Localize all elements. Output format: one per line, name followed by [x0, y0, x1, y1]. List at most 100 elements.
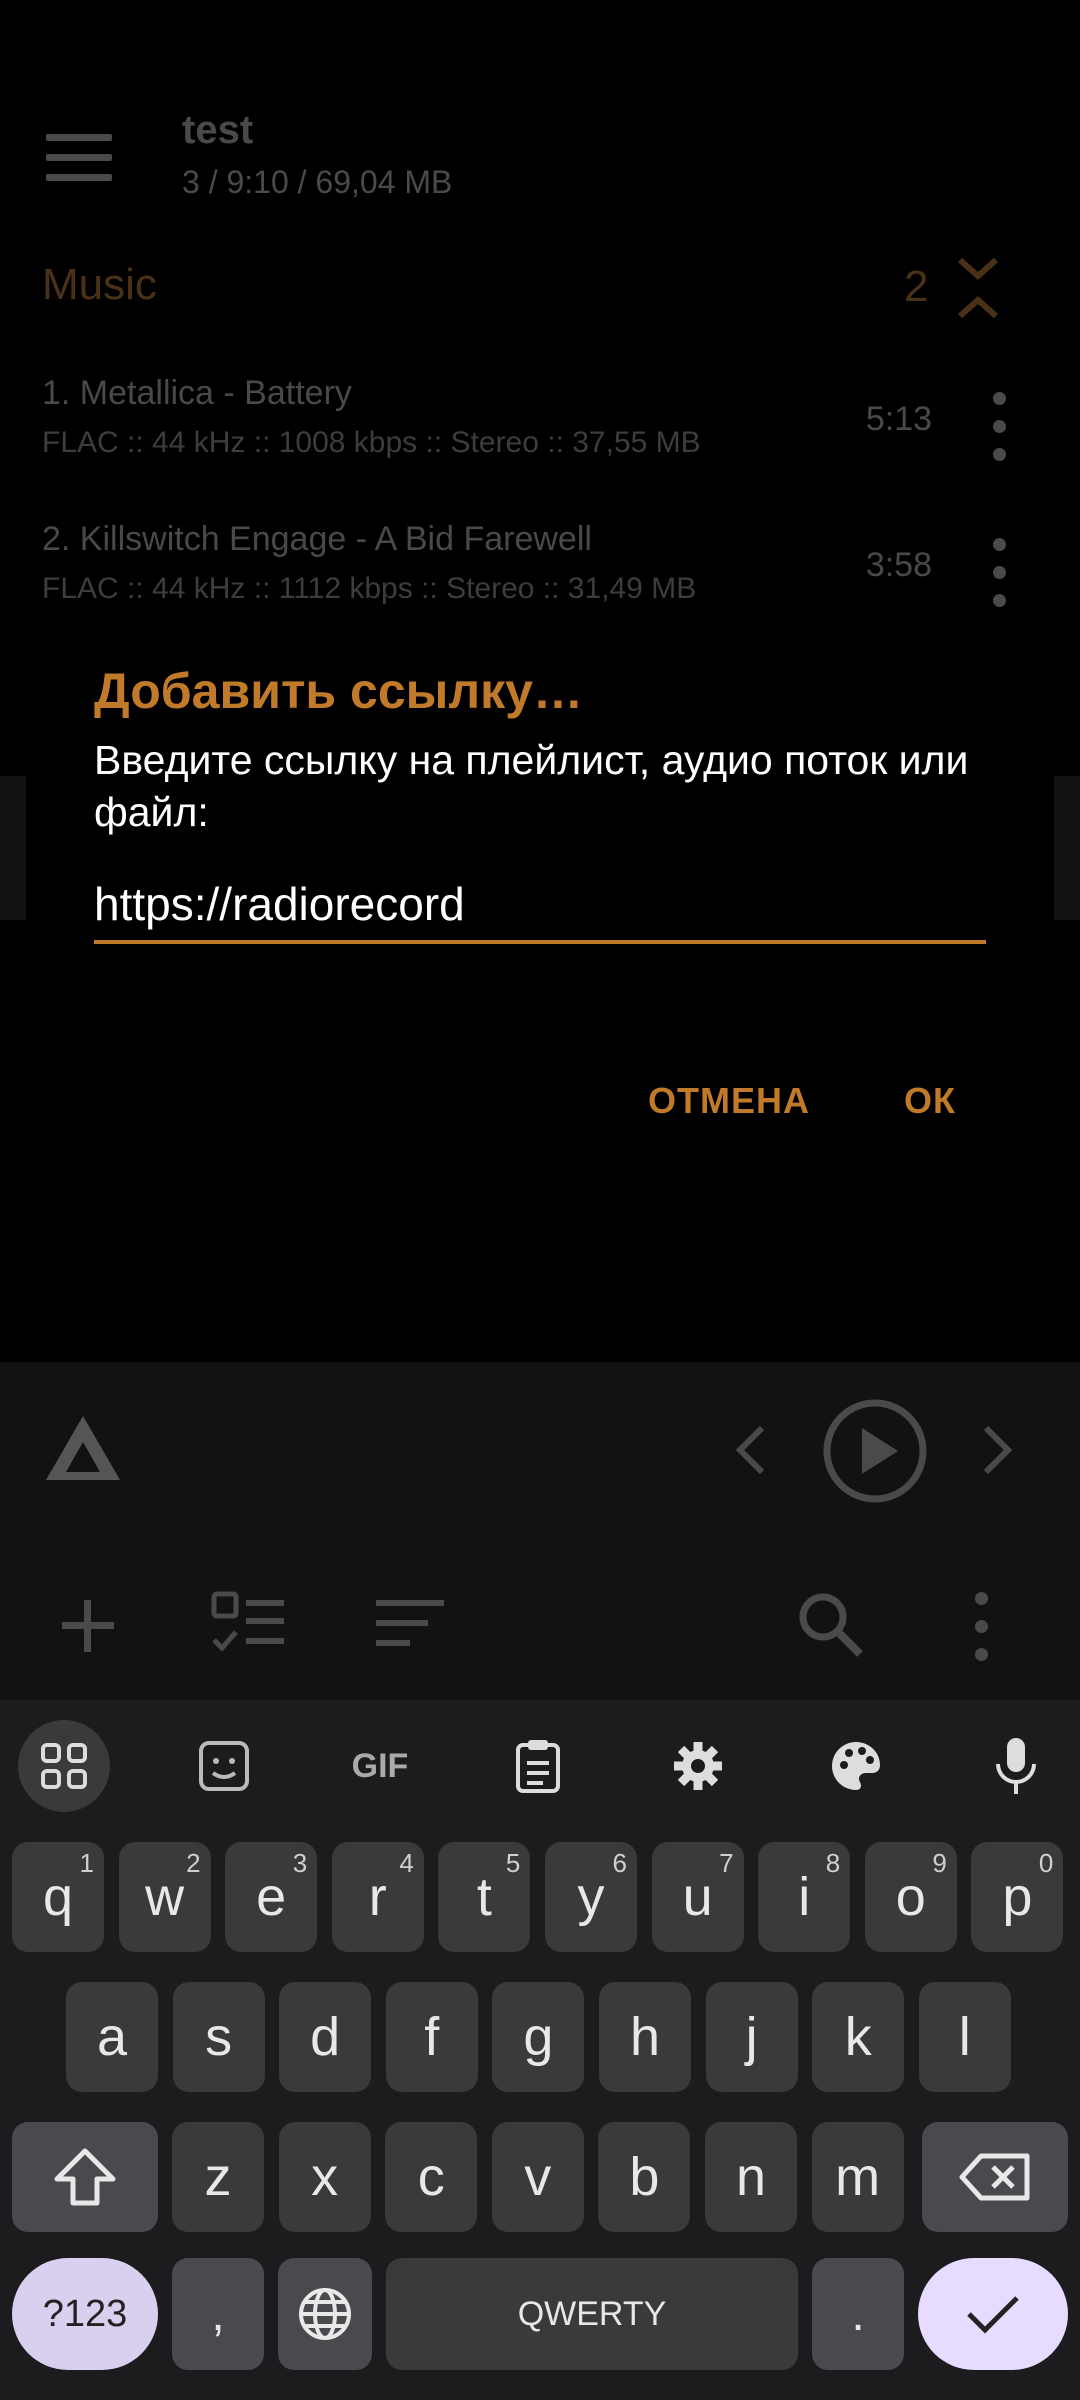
- key-y[interactable]: y6: [545, 1842, 637, 1952]
- settings-gear-icon[interactable]: [652, 1720, 744, 1812]
- key-t[interactable]: t5: [438, 1842, 531, 1952]
- symbols-key[interactable]: ?123: [12, 2258, 158, 2370]
- key-hint: 9: [932, 1848, 947, 1878]
- key-u[interactable]: u7: [651, 1842, 744, 1952]
- more-vert-icon[interactable]: [984, 390, 1014, 462]
- key-hint: 8: [825, 1848, 841, 1878]
- key-v[interactable]: v: [491, 2122, 584, 2232]
- key-label: m: [835, 2147, 881, 2207]
- key-hint: 1: [79, 1848, 94, 1878]
- key-r[interactable]: r4: [331, 1842, 424, 1952]
- key-label: u: [682, 1867, 713, 1927]
- key-label: x: [311, 2147, 339, 2207]
- track-meta: FLAC :: 44 kHz :: 1008 kbps :: Stereo ::…: [42, 426, 701, 459]
- key-z[interactable]: z: [172, 2122, 264, 2232]
- key-g[interactable]: g: [492, 1982, 585, 2092]
- key-label: o: [895, 1867, 926, 1927]
- clipboard-icon[interactable]: [492, 1720, 584, 1812]
- section-title[interactable]: Music: [42, 260, 157, 310]
- search-icon[interactable]: [796, 1590, 866, 1660]
- key-label: q: [42, 1867, 74, 1927]
- key-hint: 7: [719, 1848, 734, 1878]
- add-link-dialog: [0, 612, 1080, 1332]
- track-item[interactable]: 1. Metallica - Battery FLAC :: 44 kHz ::…: [42, 374, 1042, 514]
- comma-key[interactable]: ,: [172, 2258, 264, 2370]
- menu-icon[interactable]: [40, 128, 120, 188]
- previous-icon[interactable]: [730, 1424, 770, 1476]
- backspace-icon: [959, 2153, 1030, 2201]
- key-x[interactable]: x: [278, 2122, 371, 2232]
- key-p[interactable]: p0: [971, 1842, 1064, 1952]
- sticker-icon[interactable]: [178, 1720, 270, 1812]
- check-icon: [967, 2296, 1019, 2334]
- collapse-icon[interactable]: [954, 254, 1002, 322]
- side-tab-left: [0, 776, 26, 920]
- key-m[interactable]: m: [811, 2122, 904, 2232]
- key-label: c: [417, 2147, 445, 2207]
- key-n[interactable]: n: [705, 2122, 797, 2232]
- key-label: l: [958, 2007, 971, 2067]
- key-label: k: [844, 2007, 872, 2067]
- key-hint: 2: [186, 1848, 201, 1878]
- cancel-button[interactable]: ОТМЕНА: [648, 1080, 810, 1122]
- key-b[interactable]: b: [598, 2122, 691, 2232]
- backspace-key[interactable]: [922, 2122, 1068, 2232]
- space-key[interactable]: QWERTY: [386, 2258, 798, 2370]
- key-label: z: [204, 2147, 232, 2207]
- language-key[interactable]: [278, 2258, 372, 2370]
- track-name: 2. Killswitch Engage - A Bid Farewell: [42, 520, 592, 558]
- key-label: p: [1002, 1867, 1033, 1927]
- key-label: i: [798, 1867, 811, 1927]
- key-hint: 5: [505, 1848, 521, 1878]
- key-label: t: [476, 1867, 492, 1927]
- next-icon[interactable]: [978, 1424, 1018, 1476]
- checklist-icon[interactable]: [210, 1590, 286, 1660]
- key-w[interactable]: w2: [118, 1842, 211, 1952]
- key-i[interactable]: i8: [758, 1842, 851, 1952]
- gif-button[interactable]: GIF: [334, 1720, 426, 1812]
- ok-button[interactable]: ОК: [904, 1080, 956, 1122]
- key-o[interactable]: o9: [864, 1842, 957, 1952]
- more-vert-icon[interactable]: [984, 536, 1014, 608]
- key-hint: 3: [292, 1848, 308, 1878]
- play-icon[interactable]: [820, 1396, 930, 1506]
- sort-icon[interactable]: [374, 1598, 446, 1650]
- key-j[interactable]: j: [705, 1982, 798, 2092]
- add-icon[interactable]: [58, 1596, 118, 1656]
- key-hint: 4: [399, 1848, 414, 1878]
- key-a[interactable]: a: [66, 1982, 158, 2092]
- track-duration: 3:58: [865, 546, 932, 584]
- key-q[interactable]: q1: [12, 1842, 104, 1952]
- key-label: h: [629, 2007, 661, 2067]
- track-meta: FLAC :: 44 kHz :: 1112 kbps :: Stereo ::…: [42, 572, 697, 605]
- key-label: n: [735, 2147, 767, 2207]
- link-input[interactable]: [94, 868, 986, 944]
- key-k[interactable]: k: [812, 1982, 905, 2092]
- key-label: r: [368, 1867, 387, 1927]
- period-key[interactable]: .: [812, 2258, 904, 2370]
- key-d[interactable]: d: [279, 1982, 372, 2092]
- key-label: w: [145, 1867, 185, 1927]
- key-label: y: [577, 1867, 605, 1927]
- app-logo-icon: [46, 1416, 120, 1480]
- shift-key[interactable]: [12, 2122, 158, 2232]
- key-h[interactable]: h: [599, 1982, 691, 2092]
- key-l[interactable]: l: [918, 1982, 1011, 2092]
- overflow-menu-icon[interactable]: [966, 1590, 996, 1662]
- playlist-summary: 3 / 9:10 / 69,04 MB: [182, 164, 453, 200]
- shift-icon: [54, 2148, 116, 2206]
- key-s[interactable]: s: [172, 1982, 265, 2092]
- palette-icon[interactable]: [810, 1720, 902, 1812]
- dialog-title: Добавить ссылку…: [94, 663, 583, 719]
- key-f[interactable]: f: [385, 1982, 478, 2092]
- key-label: e: [256, 1867, 287, 1927]
- microphone-icon[interactable]: [970, 1720, 1062, 1812]
- track-duration: 5:13: [865, 400, 932, 438]
- apps-grid-icon[interactable]: [18, 1720, 110, 1812]
- key-hint: 0: [1038, 1848, 1054, 1878]
- enter-key[interactable]: [918, 2258, 1068, 2370]
- key-c[interactable]: c: [385, 2122, 478, 2232]
- key-label: b: [629, 2147, 660, 2207]
- key-label: d: [310, 2007, 341, 2067]
- key-e[interactable]: e3: [225, 1842, 318, 1952]
